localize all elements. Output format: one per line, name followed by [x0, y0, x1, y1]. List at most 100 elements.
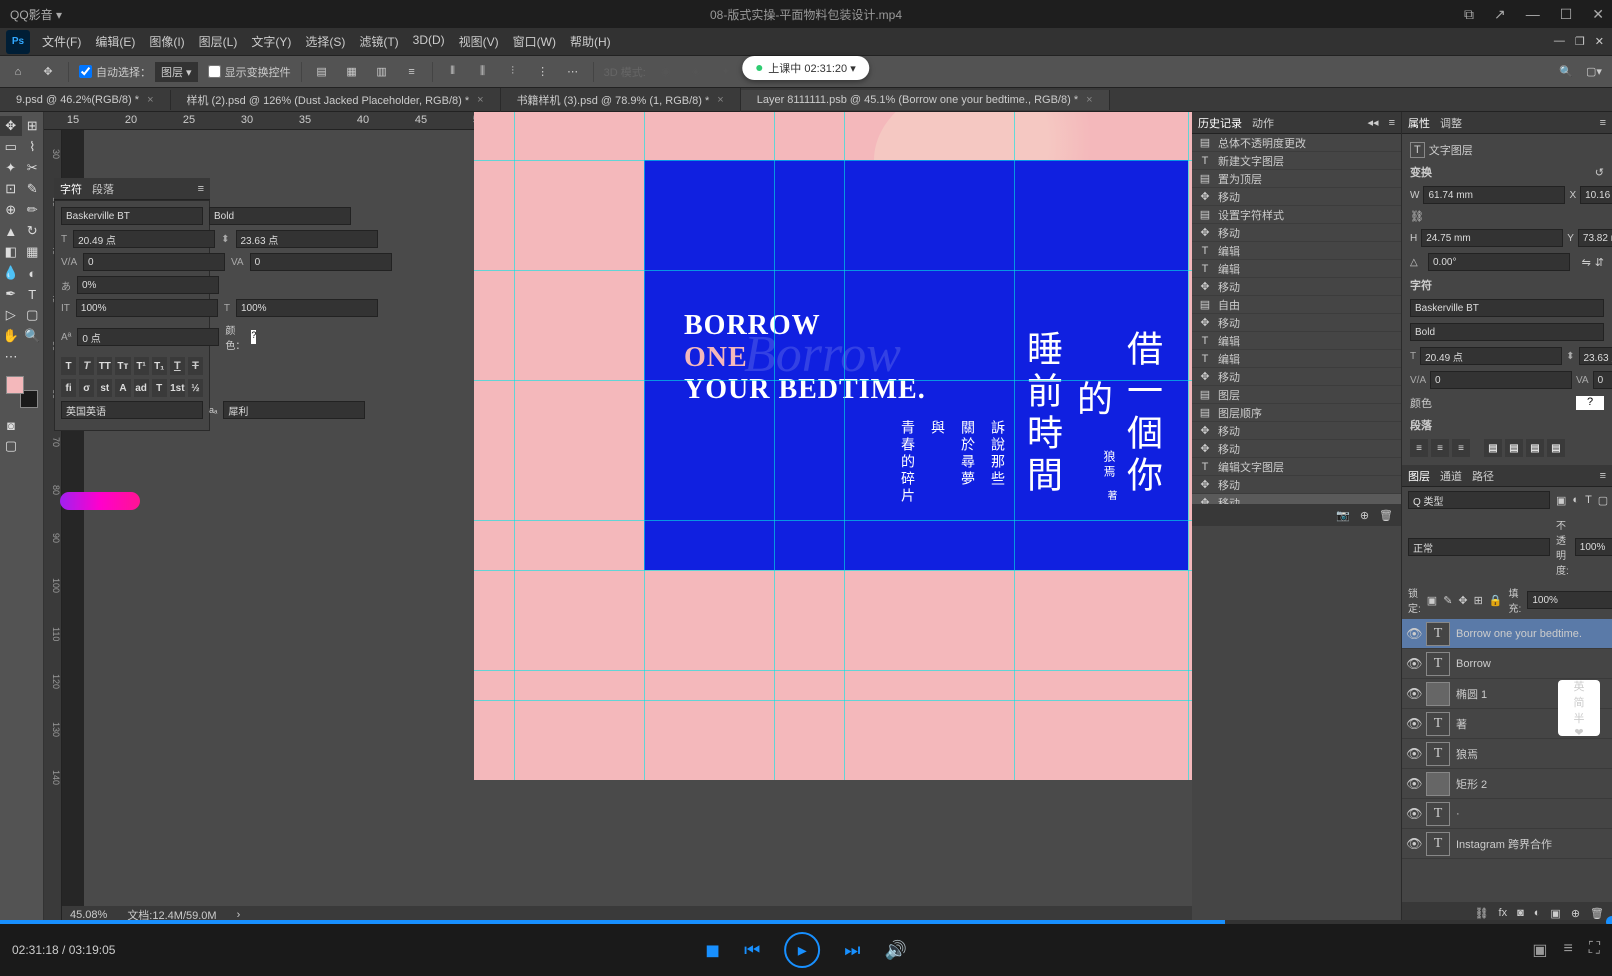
- layer-thumbnail[interactable]: T: [1426, 622, 1450, 646]
- history-item[interactable]: ✥移动: [1192, 188, 1401, 206]
- guide[interactable]: [474, 700, 1192, 701]
- ot-3[interactable]: st: [97, 379, 112, 397]
- menu-3d[interactable]: 3D(D): [407, 29, 451, 54]
- menu-image[interactable]: 图像(I): [143, 29, 190, 54]
- pen-tool[interactable]: ✒: [0, 284, 22, 304]
- history-item[interactable]: ▤总体不透明度更改: [1192, 134, 1401, 152]
- tab-actions[interactable]: 动作: [1252, 115, 1274, 131]
- heal-tool[interactable]: ⊕: [0, 200, 22, 220]
- panel-menu-icon[interactable]: ≡: [1389, 117, 1395, 129]
- live-badge[interactable]: 上课中 02:31:20 ▾: [742, 56, 869, 80]
- playlist-icon[interactable]: ≡: [1563, 940, 1572, 960]
- maximize-icon[interactable]: ☐: [1560, 6, 1573, 23]
- doc-tab-2[interactable]: 书籍样机 (3).psd @ 78.9% (1, RGB/8) *×: [501, 88, 741, 112]
- flip-v-icon[interactable]: ⇵: [1595, 256, 1604, 269]
- justify-l-button[interactable]: ▤: [1484, 439, 1502, 457]
- menu-filter[interactable]: 滤镜(T): [353, 29, 404, 54]
- history-item[interactable]: ▤图层顺序: [1192, 404, 1401, 422]
- ot-5[interactable]: ad: [134, 379, 149, 397]
- reset-icon[interactable]: ↺: [1595, 166, 1604, 179]
- align-right-icon[interactable]: ▥: [372, 62, 392, 82]
- guide[interactable]: [1014, 112, 1015, 780]
- fx-icon[interactable]: fx: [1499, 907, 1508, 919]
- guide[interactable]: [474, 670, 1192, 671]
- menu-file[interactable]: 文件(F): [36, 29, 87, 54]
- history-item[interactable]: T编辑: [1192, 350, 1401, 368]
- history-item[interactable]: ✥移动: [1192, 476, 1401, 494]
- panel-menu-icon[interactable]: ≡: [1600, 470, 1606, 482]
- guide[interactable]: [474, 160, 1192, 161]
- layer-item[interactable]: 👁TBorrow: [1402, 649, 1612, 679]
- antialias-input[interactable]: [223, 401, 365, 419]
- history-item[interactable]: ✥移动: [1192, 224, 1401, 242]
- hscale-input[interactable]: [236, 299, 378, 317]
- guide[interactable]: [474, 380, 1192, 381]
- tab-paragraph[interactable]: 段落: [92, 181, 114, 197]
- fill-input[interactable]: [1527, 591, 1612, 609]
- new-doc-icon[interactable]: ⊕: [1360, 509, 1369, 522]
- quickmask-tool[interactable]: ◙: [0, 415, 22, 435]
- visibility-icon[interactable]: 👁: [1406, 836, 1420, 852]
- play-button[interactable]: ▸: [784, 932, 820, 968]
- guide[interactable]: [474, 270, 1192, 271]
- visibility-icon[interactable]: 👁: [1406, 776, 1420, 792]
- tab-paths[interactable]: 路径: [1472, 468, 1494, 484]
- ot-1[interactable]: fi: [61, 379, 76, 397]
- layer-name[interactable]: Borrow one your bedtime.: [1456, 628, 1582, 640]
- blur-tool[interactable]: 💧: [0, 263, 22, 283]
- justify-c-button[interactable]: ▤: [1505, 439, 1523, 457]
- history-item[interactable]: ▤设置字符样式: [1192, 206, 1401, 224]
- layer-thumbnail[interactable]: T: [1426, 742, 1450, 766]
- history-brush-tool[interactable]: ↻: [22, 221, 44, 241]
- history-item[interactable]: ✥移动: [1192, 494, 1401, 504]
- ps-restore-icon[interactable]: ❐: [1575, 35, 1585, 48]
- adjust-icon[interactable]: ◐: [1534, 907, 1541, 919]
- dodge-tool[interactable]: ◐: [22, 263, 44, 283]
- showcontrols-checkbox[interactable]: [208, 65, 221, 78]
- y-input[interactable]: [1578, 229, 1612, 247]
- super-button[interactable]: T¹: [134, 357, 149, 375]
- delete-icon[interactable]: 🗑: [1590, 907, 1604, 920]
- filter-shape-icon[interactable]: ▢: [1598, 494, 1608, 507]
- panel-collapse-icon[interactable]: ◂◂: [1368, 116, 1379, 129]
- visibility-icon[interactable]: 👁: [1406, 746, 1420, 762]
- align-right-button[interactable]: ≡: [1452, 439, 1470, 457]
- layer-thumbnail[interactable]: T: [1426, 832, 1450, 856]
- stamp-tool[interactable]: ▲: [0, 221, 22, 241]
- ps-close-icon[interactable]: ✕: [1595, 35, 1604, 48]
- history-item[interactable]: T编辑文字图层: [1192, 458, 1401, 476]
- autoselect-option[interactable]: 自动选择： 图层 ▾: [79, 62, 198, 82]
- caps-button[interactable]: TT: [97, 357, 112, 375]
- doc-tab-1[interactable]: 样机 (2).psd @ 126% (Dust Jacked Placehold…: [171, 88, 501, 112]
- menu-view[interactable]: 视图(V): [453, 29, 505, 54]
- tracking-input[interactable]: [250, 253, 392, 271]
- guide[interactable]: [844, 112, 845, 780]
- dist-icon4[interactable]: ⋮: [533, 62, 553, 82]
- new-layer-icon[interactable]: ⊕: [1571, 907, 1580, 920]
- prev-icon[interactable]: ⏮: [744, 940, 760, 961]
- pip-icon[interactable]: ⧉: [1464, 6, 1474, 23]
- align-icon[interactable]: ≡: [402, 62, 422, 82]
- height-input[interactable]: [1421, 229, 1563, 247]
- marquee-tool[interactable]: ▭: [0, 137, 22, 157]
- panel-menu-icon[interactable]: ≡: [1600, 117, 1606, 129]
- menu-window[interactable]: 窗口(W): [507, 29, 562, 54]
- artboard-tool[interactable]: ⊞: [22, 116, 44, 136]
- link-layers-icon[interactable]: ⛓: [1475, 907, 1489, 920]
- home-icon[interactable]: ⌂: [8, 62, 28, 82]
- menu-type[interactable]: 文字(Y): [245, 29, 297, 54]
- prop-size-input[interactable]: [1420, 347, 1562, 365]
- layer-thumbnail[interactable]: [1426, 772, 1450, 796]
- move-tool-icon[interactable]: ✥: [38, 62, 58, 82]
- doc-tab-3[interactable]: Layer 8111111.psb @ 45.1% (Borrow one yo…: [741, 90, 1110, 110]
- layer-item[interactable]: 👁T·: [1402, 799, 1612, 829]
- filter-adjust-icon[interactable]: ◐: [1572, 494, 1579, 506]
- smallcaps-button[interactable]: Tᴛ: [115, 357, 130, 375]
- baseline-input[interactable]: [77, 328, 219, 346]
- screenshot-icon[interactable]: ▣: [1532, 940, 1547, 960]
- tab-properties[interactable]: 属性: [1408, 115, 1430, 131]
- tab-history[interactable]: 历史记录: [1198, 115, 1242, 131]
- history-list[interactable]: ▤总体不透明度更改T新建文字图层▤置为顶层✥移动▤设置字符样式✥移动T编辑T编辑…: [1192, 134, 1401, 504]
- kerning-input[interactable]: [83, 253, 225, 271]
- visibility-icon[interactable]: 👁: [1406, 626, 1420, 642]
